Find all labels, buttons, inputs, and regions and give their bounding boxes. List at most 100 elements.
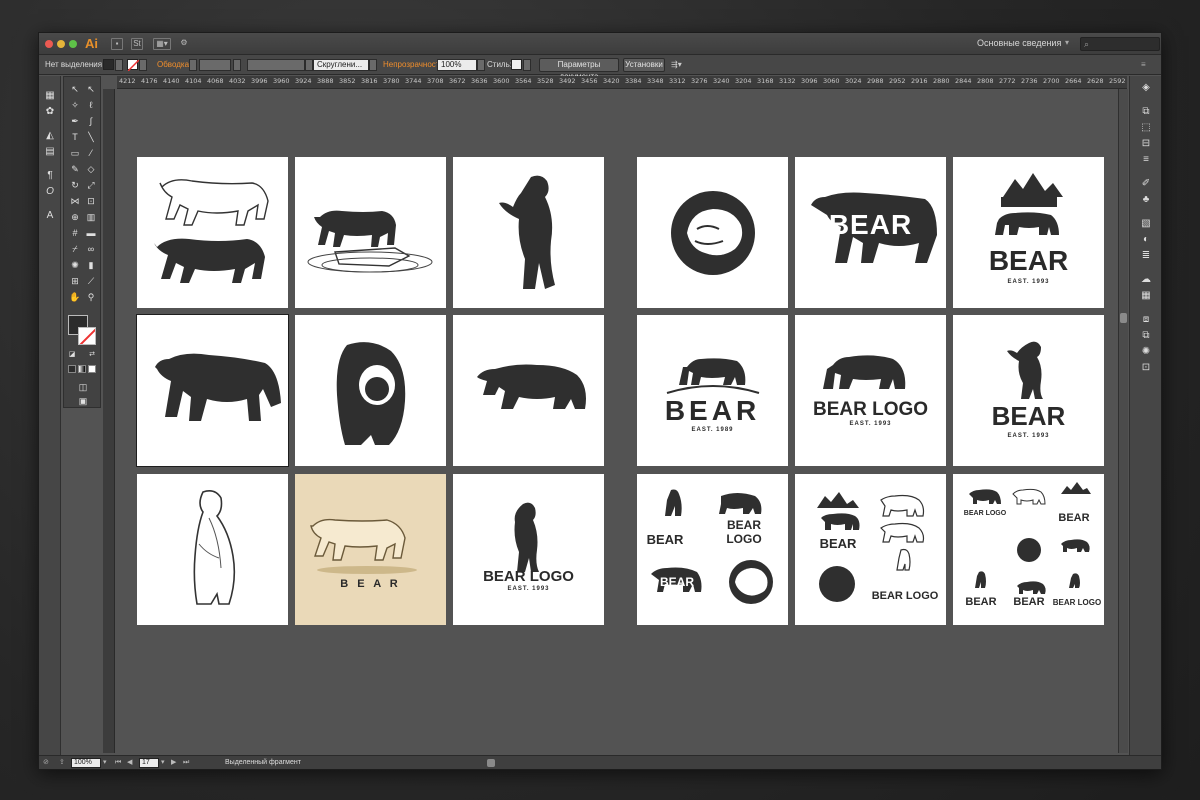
eyedropper-tool-icon[interactable]: ⌿: [68, 243, 82, 255]
artboard-bear-front[interactable]: [295, 315, 446, 466]
artboard-bear-logo-standing[interactable]: BEAR LOGO EAST. 1993: [453, 474, 604, 625]
next-artboard-button[interactable]: ▶: [171, 758, 176, 768]
brush-panel-icon[interactable]: ◭: [44, 130, 56, 142]
magic-wand-tool-icon[interactable]: ✧: [68, 99, 82, 111]
zoom-tool-icon[interactable]: ⚲: [84, 291, 98, 303]
variable-width-profile[interactable]: [247, 59, 305, 71]
gradient-tool-icon[interactable]: ▬: [84, 227, 98, 239]
pen-tool-icon[interactable]: ✒: [68, 115, 82, 127]
fill-swatch[interactable]: [103, 59, 114, 70]
character-icon[interactable]: A: [44, 210, 56, 222]
artboard-bear-standing-text[interactable]: BEAR EAST. 1993: [953, 315, 1104, 466]
zoom-dropdown[interactable]: ▾: [103, 758, 107, 768]
artboard-logo-set-2[interactable]: BEAR BEAR LOGO: [795, 474, 946, 625]
artboard-number-input[interactable]: 17: [139, 758, 159, 768]
artboard-polar-bear-logo[interactable]: B E A R: [295, 474, 446, 625]
rotate-tool-icon[interactable]: ↻: [68, 179, 82, 191]
eraser-tool-icon[interactable]: ◇: [84, 163, 98, 175]
shape-builder-tool-icon[interactable]: ⊕: [68, 211, 82, 223]
stroke-weight-dropdown[interactable]: [233, 59, 241, 71]
hand-tool-icon[interactable]: ✋: [68, 291, 82, 303]
document-setup-button[interactable]: Параметры документа: [539, 58, 619, 81]
stroke-color-box[interactable]: [78, 327, 96, 345]
artboard-polar-bears-walking[interactable]: [137, 157, 288, 308]
mesh-tool-icon[interactable]: #: [68, 227, 82, 239]
paintbrush-tool-icon[interactable]: ⁄: [84, 147, 98, 159]
align-icon[interactable]: ⊟: [1140, 138, 1152, 150]
workspace-switcher[interactable]: Основные сведения: [977, 38, 1061, 48]
fill-dropdown[interactable]: [115, 59, 123, 71]
direct-selection-tool-icon[interactable]: ↖: [84, 83, 98, 95]
default-colors-icon[interactable]: ◪: [68, 349, 76, 361]
line-tool-icon[interactable]: ╲: [84, 131, 98, 143]
panel-menu-icon[interactable]: ≡: [1141, 55, 1146, 75]
bridge-icon[interactable]: ▪: [111, 38, 123, 50]
artboard-bear-logo-walking[interactable]: BEAR LOGO EAST. 1993: [795, 315, 946, 466]
width-tool-icon[interactable]: ⋈: [68, 195, 82, 207]
scale-tool-icon[interactable]: ⤢: [84, 179, 98, 191]
perspective-grid-tool-icon[interactable]: ▥: [84, 211, 98, 223]
artboard-bear-silhouette[interactable]: [453, 315, 604, 466]
swap-colors-icon[interactable]: ⇄: [88, 349, 96, 361]
pencil-tool-icon[interactable]: ✎: [68, 163, 82, 175]
previous-artboard-button[interactable]: ◀: [127, 758, 132, 768]
gradient-panel-icon[interactable]: ▧: [1140, 218, 1152, 230]
share-icon[interactable]: ⇪: [59, 758, 65, 768]
opacity-input[interactable]: 100%: [437, 59, 477, 71]
arrange-icon[interactable]: ⇶▾: [671, 55, 682, 75]
zoom-window-button[interactable]: [69, 40, 77, 48]
grid-icon[interactable]: ▦: [44, 90, 56, 102]
style-dropdown[interactable]: [523, 59, 531, 71]
export-icon[interactable]: ⊡: [1140, 362, 1152, 374]
swatches-icon[interactable]: ▤: [44, 146, 56, 158]
stroke-swatch[interactable]: [127, 59, 140, 72]
palette-icon[interactable]: ✿: [44, 106, 56, 118]
transform-icon[interactable]: ⬚: [1140, 122, 1152, 134]
last-artboard-button[interactable]: ⏭: [183, 758, 189, 768]
layers-icon[interactable]: ◈: [1140, 82, 1152, 94]
gpu-performance-icon[interactable]: ⚙: [177, 38, 191, 50]
column-graph-tool-icon[interactable]: ▮: [84, 259, 98, 271]
brush-definition-field[interactable]: Скруглени...: [313, 59, 369, 71]
close-window-button[interactable]: [45, 40, 53, 48]
first-artboard-button[interactable]: ⏮: [115, 758, 121, 768]
brushes-icon[interactable]: ✐: [1140, 178, 1152, 190]
artboard-bear-hill[interactable]: BEAR EAST. 1989: [637, 315, 788, 466]
symbol-sprayer-tool-icon[interactable]: ✺: [68, 259, 82, 271]
screen-mode-icon[interactable]: ▣: [76, 395, 90, 407]
transparency-icon[interactable]: ◐: [1140, 234, 1152, 246]
color-guide-icon[interactable]: ✺: [1140, 346, 1152, 358]
stroke-panel-icon[interactable]: ≣: [1140, 250, 1152, 262]
preferences-button[interactable]: Установки: [623, 58, 665, 72]
profile-dropdown[interactable]: [305, 59, 313, 71]
vertical-scroll-thumb[interactable]: [1120, 313, 1127, 323]
stroke-weight-stepper[interactable]: [189, 59, 197, 71]
rectangle-tool-icon[interactable]: ▭: [68, 147, 82, 159]
links-icon[interactable]: ⧉: [1140, 330, 1152, 342]
brush-dropdown[interactable]: [369, 59, 377, 71]
help-search-input[interactable]: ⌕: [1080, 37, 1160, 51]
artboards-panel-icon[interactable]: ⧉: [1140, 106, 1152, 118]
free-transform-tool-icon[interactable]: ⊡: [84, 195, 98, 207]
cc-libraries-icon[interactable]: ☁: [1140, 274, 1152, 286]
paragraph-icon[interactable]: ¶: [44, 170, 56, 182]
color-mode-button[interactable]: [68, 365, 76, 373]
selection-tool-icon[interactable]: ↖: [68, 83, 82, 95]
zoom-input[interactable]: 100%: [71, 758, 101, 768]
artboard-tool-icon[interactable]: ⊞: [68, 275, 82, 287]
type-tool-icon[interactable]: T: [68, 131, 82, 143]
gradient-mode-button[interactable]: [78, 365, 86, 373]
artboard-logo-set-3[interactable]: BEAR LOGO BEAR BEAR BEAR BEAR LOGO: [953, 474, 1104, 625]
none-mode-button[interactable]: [88, 365, 96, 373]
chevron-down-icon[interactable]: ▾: [1065, 38, 1069, 47]
artboard-standing-bear[interactable]: [453, 157, 604, 308]
stock-badge[interactable]: St: [131, 38, 143, 50]
drawing-modes-icon[interactable]: ◫: [76, 381, 90, 393]
stroke-label[interactable]: Обводка:: [157, 55, 191, 75]
graphic-styles-icon[interactable]: ⧈: [1140, 314, 1152, 326]
curvature-tool-icon[interactable]: ∫: [84, 115, 98, 127]
opentype-icon[interactable]: O: [44, 186, 56, 198]
blend-tool-icon[interactable]: ∞: [84, 243, 98, 255]
slice-tool-icon[interactable]: ⟋: [84, 275, 98, 287]
symbols-icon[interactable]: ♣: [1140, 194, 1152, 206]
